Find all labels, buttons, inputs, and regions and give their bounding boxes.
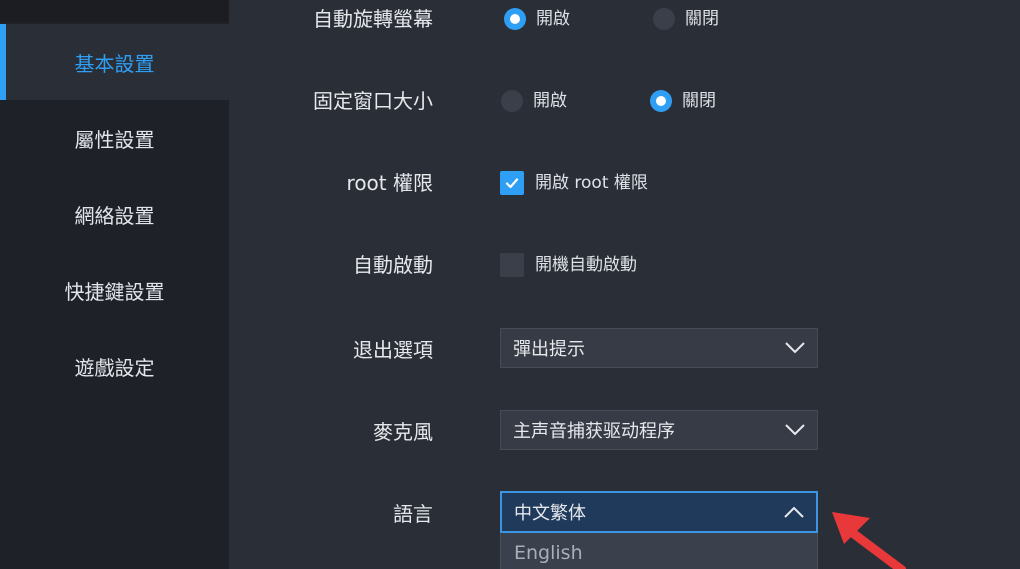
sidebar-item-property-settings[interactable]: 屬性設置 [0, 100, 229, 176]
checkmark-icon [505, 178, 519, 189]
select-value: 中文繁体 [514, 503, 586, 524]
sidebar-item-label: 遊戲設定 [74, 355, 155, 380]
sidebar-item-game-settings[interactable]: 遊戲設定 [0, 328, 229, 404]
checkbox-label: 開機自動啟動 [535, 255, 637, 275]
select-value: 彈出提示 [513, 339, 585, 360]
radio-checked-indicator [650, 90, 672, 112]
sidebar-item-label: 網絡設置 [74, 203, 155, 228]
autostart-checkbox[interactable]: 開機自動啟動 [500, 253, 637, 277]
microphone-select[interactable]: 主声音捕获驱动程序 [500, 410, 818, 450]
radio-label: 開啟 [536, 9, 570, 29]
sidebar-item-basic-settings[interactable]: 基本設置 [0, 24, 229, 100]
language-label: 語言 [393, 502, 433, 526]
auto-rotate-label: 自動旋轉螢幕 [313, 7, 433, 31]
radio-checked-indicator [504, 8, 526, 30]
sidebar-item-label: 快捷鍵設置 [64, 279, 165, 304]
root-permission-label: root 權限 [346, 171, 433, 195]
auto-rotate-off-radio[interactable]: 關閉 [653, 8, 719, 30]
language-option-english[interactable]: English [500, 533, 818, 569]
sidebar-item-shortcut-settings[interactable]: 快捷鍵設置 [0, 252, 229, 328]
sidebar-item-label: 基本設置 [74, 51, 155, 76]
radio-unchecked-indicator [653, 8, 675, 30]
autostart-label: 自動啟動 [353, 253, 433, 277]
fixed-window-label: 固定窗口大小 [313, 89, 433, 113]
language-select[interactable]: 中文繁体 [500, 491, 818, 533]
checkbox-checked-indicator [500, 171, 524, 195]
chevron-down-icon [783, 418, 807, 442]
checkbox-label: 開啟 root 權限 [535, 173, 648, 193]
exit-option-select[interactable]: 彈出提示 [500, 328, 818, 368]
fixed-window-off-radio[interactable]: 關閉 [650, 90, 716, 112]
auto-rotate-on-radio[interactable]: 開啟 [504, 8, 570, 30]
select-value: 主声音捕获驱动程序 [513, 421, 675, 442]
chevron-down-icon [783, 336, 807, 360]
radio-label: 關閉 [685, 9, 719, 29]
sidebar-item-network-settings[interactable]: 網絡設置 [0, 176, 229, 252]
checkbox-unchecked-indicator [500, 253, 524, 277]
exit-option-label: 退出選項 [353, 338, 433, 362]
settings-window: 基本設置 屬性設置 網絡設置 快捷鍵設置 遊戲設定 自動旋轉螢幕 開啟 關閉 固… [0, 0, 1020, 569]
microphone-label: 麥克風 [373, 420, 433, 444]
radio-label: 開啟 [533, 91, 567, 111]
radio-unchecked-indicator [501, 90, 523, 112]
sidebar-top-strip [0, 0, 229, 22]
dropdown-option-label: English [514, 542, 583, 564]
annotation-arrow-icon [832, 512, 906, 569]
root-permission-checkbox[interactable]: 開啟 root 權限 [500, 171, 648, 195]
radio-label: 關閉 [682, 91, 716, 111]
fixed-window-on-radio[interactable]: 開啟 [501, 90, 567, 112]
sidebar: 基本設置 屬性設置 網絡設置 快捷鍵設置 遊戲設定 [0, 0, 229, 569]
chevron-up-icon [782, 500, 806, 524]
sidebar-item-label: 屬性設置 [74, 127, 155, 152]
